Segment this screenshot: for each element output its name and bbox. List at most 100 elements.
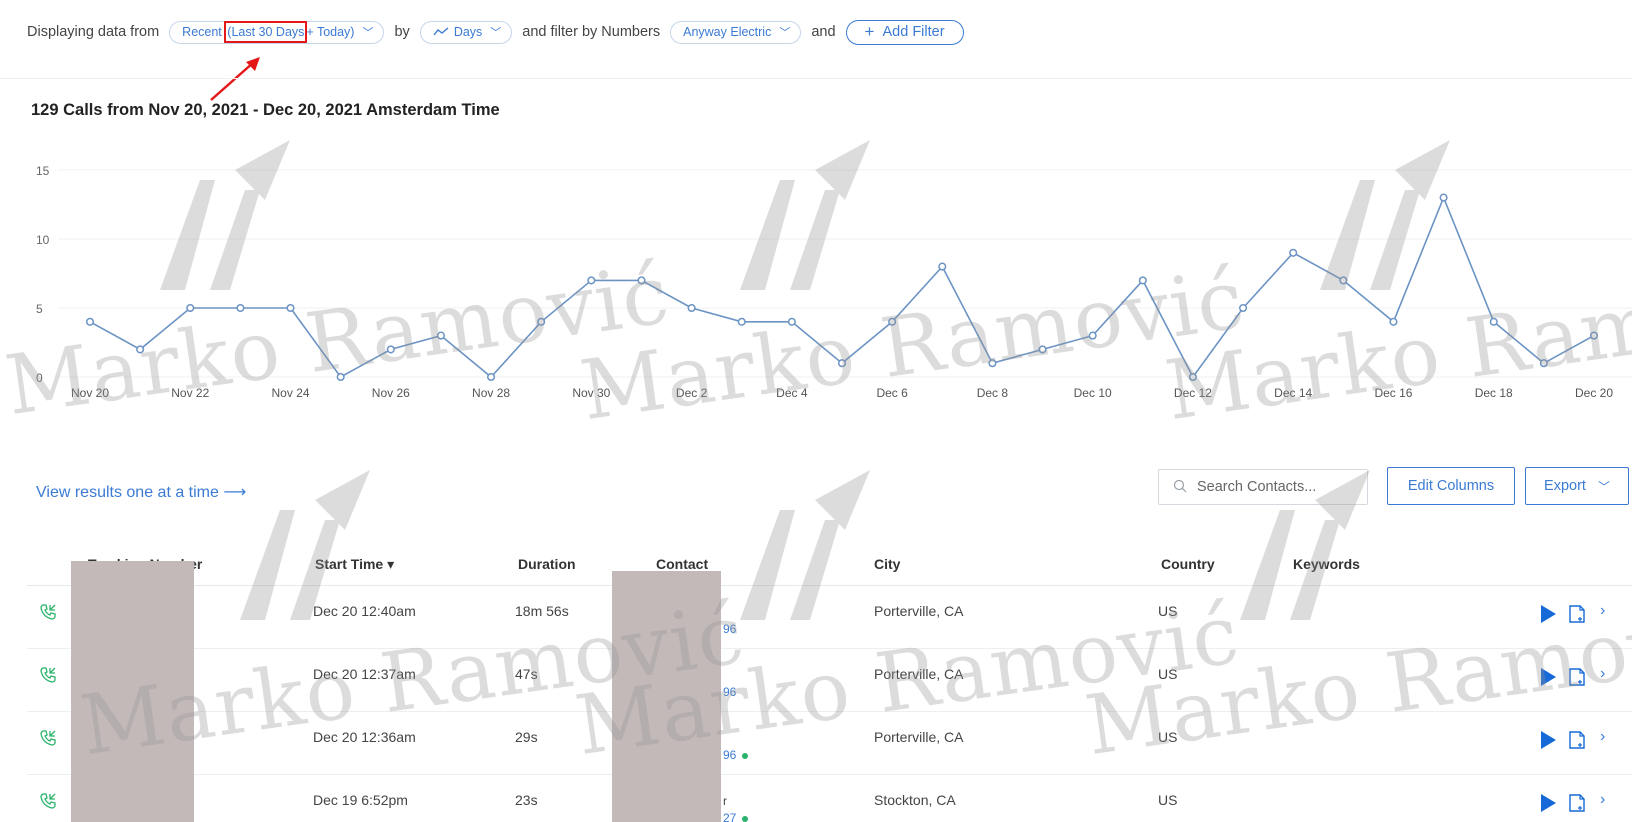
filter-divider [0,78,1632,79]
annotation-arrow-icon [210,57,260,101]
data-point[interactable] [136,345,145,354]
play-icon[interactable] [1541,605,1556,623]
filter-label-from: Displaying data from [27,24,160,40]
data-point[interactable] [1289,248,1298,257]
contact-number[interactable]: 96 [723,685,736,699]
chevron-down-icon: ﹀ [362,27,374,39]
calls-line-chart: 15 10 5 0 Nov 20 Nov 22 Nov 24 Nov 26 Nov 28 Nov … [36,164,1632,400]
x-tick-label: Dec 2 [676,386,708,400]
data-point[interactable] [737,317,746,326]
column-header-start-time[interactable]: Start Time ▾ [315,556,394,573]
table-row[interactable]: Dec 20 12:40am 18m 56s 96 Porterville, C… [27,586,1632,649]
filter-label-by: by [394,24,410,40]
x-tick-label: Dec 10 [1074,386,1112,400]
add-note-icon[interactable] [1568,730,1586,750]
filter-label-numbers: and filter by Numbers [522,24,661,40]
data-point[interactable] [236,303,245,313]
table-row[interactable]: Dec 20 12:36am 29s 96 Porterville, CA US… [27,712,1632,775]
line-chart-icon [433,27,449,36]
city: Porterville, CA [874,729,964,745]
country: US [1158,666,1178,682]
country: US [1158,792,1178,808]
data-point[interactable] [687,303,696,313]
play-icon[interactable] [1541,794,1556,812]
search-icon [1173,479,1187,496]
x-tick-label: Nov 30 [572,386,610,400]
add-note-icon[interactable] [1568,793,1586,813]
data-point[interactable] [487,372,496,382]
table-row[interactable]: Dec 20 12:37am 47s 96 Porterville, CA US… [27,649,1632,712]
contact-number[interactable]: 96 [723,622,736,636]
chevron-right-icon[interactable]: › [1600,665,1605,683]
data-point[interactable] [1188,372,1197,382]
date-range-prefix: Recent [182,25,222,39]
start-time: Dec 20 12:40am [313,603,416,619]
data-point[interactable] [1088,331,1097,340]
view-results-link[interactable]: View results one at a time ⟶ [36,482,246,502]
duration: 29s [515,729,538,745]
country: US [1158,603,1178,619]
data-point[interactable] [1239,303,1248,313]
date-range-suffix: + Today) [306,25,355,39]
x-tick-label: Dec 14 [1274,386,1312,400]
export-label: Export [1544,478,1586,494]
data-point[interactable] [1339,276,1348,285]
chevron-right-icon[interactable]: › [1600,602,1605,620]
data-point[interactable] [1489,317,1498,326]
x-tick-label: Dec 4 [776,386,808,400]
edit-columns-button[interactable]: Edit Columns [1387,467,1515,505]
data-point[interactable] [587,276,596,285]
play-icon[interactable] [1541,668,1556,686]
city: Porterville, CA [874,666,964,682]
redaction-block-tracking [71,561,194,822]
number-filter-value: Anyway Electric [683,25,772,39]
column-header-keywords[interactable]: Keywords [1293,556,1360,572]
data-point[interactable] [1138,276,1147,285]
chevron-right-icon[interactable]: › [1600,728,1605,746]
contact-number[interactable]: 27 [723,811,749,822]
export-button[interactable]: Export ﹀ [1525,467,1629,505]
interval-dropdown[interactable]: Days ﹀ [419,20,513,44]
data-point[interactable] [1038,345,1047,354]
data-point[interactable] [837,359,847,368]
data-point[interactable] [1389,317,1398,326]
search-contacts-input[interactable]: Search Contacts... [1158,469,1368,505]
arrow-right-icon: ⟶ [223,484,247,501]
add-note-icon[interactable] [1568,667,1586,687]
data-point[interactable] [938,262,947,271]
x-tick-label: Dec 20 [1575,386,1613,400]
status-dot [742,815,749,822]
data-point[interactable] [988,359,997,368]
add-note-icon[interactable] [1568,604,1586,624]
data-point[interactable] [336,372,345,382]
add-filter-button[interactable]: + Add Filter [845,19,964,45]
column-header-duration[interactable]: Duration [518,556,576,572]
chevron-down-icon: ﹀ [1597,479,1610,494]
filter-bar: Displaying data from Recent (Last 30 Day… [27,19,964,45]
date-range-dropdown[interactable]: Recent (Last 30 Days + Today) ﹀ [169,20,385,44]
number-filter-dropdown[interactable]: Anyway Electric ﹀ [670,20,802,44]
data-point[interactable] [186,303,195,313]
data-point[interactable] [888,317,897,326]
start-time: Dec 19 6:52pm [313,792,408,808]
column-header-contact[interactable]: Contact [656,556,708,572]
data-point[interactable] [286,303,295,313]
table-row[interactable]: Dec 19 6:52pm 23s r 27 Stockton, CA US › [27,775,1632,822]
data-point[interactable] [537,317,546,326]
play-icon[interactable] [1541,731,1556,749]
data-point[interactable] [1439,193,1448,202]
data-point[interactable] [637,276,646,285]
column-header-city[interactable]: City [874,556,900,572]
data-point[interactable] [787,317,796,326]
data-point[interactable] [1539,359,1548,368]
contact-number[interactable]: 96 [723,748,749,762]
data-point[interactable] [436,331,445,340]
duration: 18m 56s [515,603,569,619]
x-tick-label: Dec 8 [977,386,1009,400]
incoming-call-icon [40,667,56,683]
column-header-country[interactable]: Country [1161,556,1215,572]
data-point[interactable] [85,317,95,326]
chevron-right-icon[interactable]: › [1600,791,1605,809]
data-point[interactable] [1589,331,1599,340]
data-point[interactable] [386,345,395,354]
